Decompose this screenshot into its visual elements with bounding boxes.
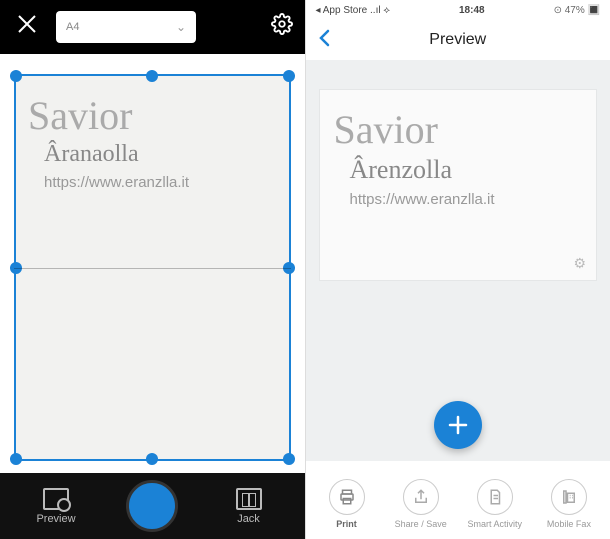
fax-icon (551, 479, 587, 515)
crop-frame[interactable] (14, 74, 291, 461)
jack-button[interactable]: Jack (221, 488, 277, 525)
scan-preview-area: Savior Âranaolla https://www.eranzlla.it (14, 74, 291, 461)
doc-url: https://www.eranzlla.it (350, 191, 583, 208)
preview-actions: Print Share / Save Smart Activity Mobile… (306, 465, 610, 539)
share-button[interactable]: Share / Save (384, 479, 458, 529)
preview-label: Preview (36, 513, 75, 525)
settings-icon[interactable] (271, 13, 293, 41)
crop-handle-left[interactable] (10, 262, 22, 274)
share-label: Share / Save (395, 519, 447, 529)
crop-handle-top-right[interactable] (283, 70, 295, 82)
scanner-screen: A4 ⌄ Savior Âranaolla https://www.eranzl… (0, 0, 306, 539)
print-button[interactable]: Print (310, 479, 384, 529)
mobile-fax-button[interactable]: Mobile Fax (532, 479, 606, 529)
back-to-app: ◂ App Store ..ıl ⟡ (316, 5, 390, 16)
print-icon (329, 479, 365, 515)
paper-size-value: A4 (66, 21, 79, 33)
share-icon (403, 479, 439, 515)
preview-icon (43, 488, 69, 510)
crop-handle-bottom-left[interactable] (10, 453, 22, 465)
scanner-bottom-bar: Preview Jack (0, 473, 305, 539)
fax-label: Mobile Fax (547, 519, 591, 529)
preview-screen: ◂ App Store ..ıl ⟡ 18:48 ⊙ 47% 🔳 Preview… (306, 0, 610, 539)
shutter-button[interactable] (126, 480, 178, 532)
close-icon[interactable] (12, 13, 42, 42)
preview-title: Preview (346, 31, 571, 49)
chevron-down-icon: ⌄ (176, 20, 186, 34)
add-page-button[interactable] (434, 401, 482, 449)
crop-handle-top-left[interactable] (10, 70, 22, 82)
crop-handle-bottom[interactable] (146, 453, 158, 465)
doc-title: Savior (334, 106, 583, 153)
doc-subtitle: Ârenzolla (350, 155, 583, 185)
preview-document-card[interactable]: Savior Ârenzolla https://www.eranzlla.it… (320, 90, 597, 280)
paper-size-select[interactable]: A4 ⌄ (56, 11, 196, 43)
document-icon (477, 479, 513, 515)
jack-label: Jack (237, 513, 260, 525)
crop-handle-right[interactable] (283, 262, 295, 274)
status-battery: ⊙ 47% 🔳 (554, 5, 600, 16)
back-icon[interactable] (316, 26, 346, 54)
status-bar: ◂ App Store ..ıl ⟡ 18:48 ⊙ 47% 🔳 (306, 0, 610, 20)
print-label: Print (336, 519, 357, 529)
crop-handle-top[interactable] (146, 70, 158, 82)
smart-label: Smart Activity (468, 519, 523, 529)
crop-handle-bottom-right[interactable] (283, 453, 295, 465)
jack-icon (236, 488, 262, 510)
adjust-icon[interactable]: ⚙ (573, 255, 586, 272)
smart-activity-button[interactable]: Smart Activity (458, 479, 532, 529)
scanner-top-bar: A4 ⌄ (0, 0, 305, 54)
preview-body: Savior Ârenzolla https://www.eranzlla.it… (306, 60, 610, 461)
status-time: 18:48 (390, 5, 554, 16)
preview-header: Preview (306, 20, 610, 60)
preview-button[interactable]: Preview (28, 488, 84, 525)
